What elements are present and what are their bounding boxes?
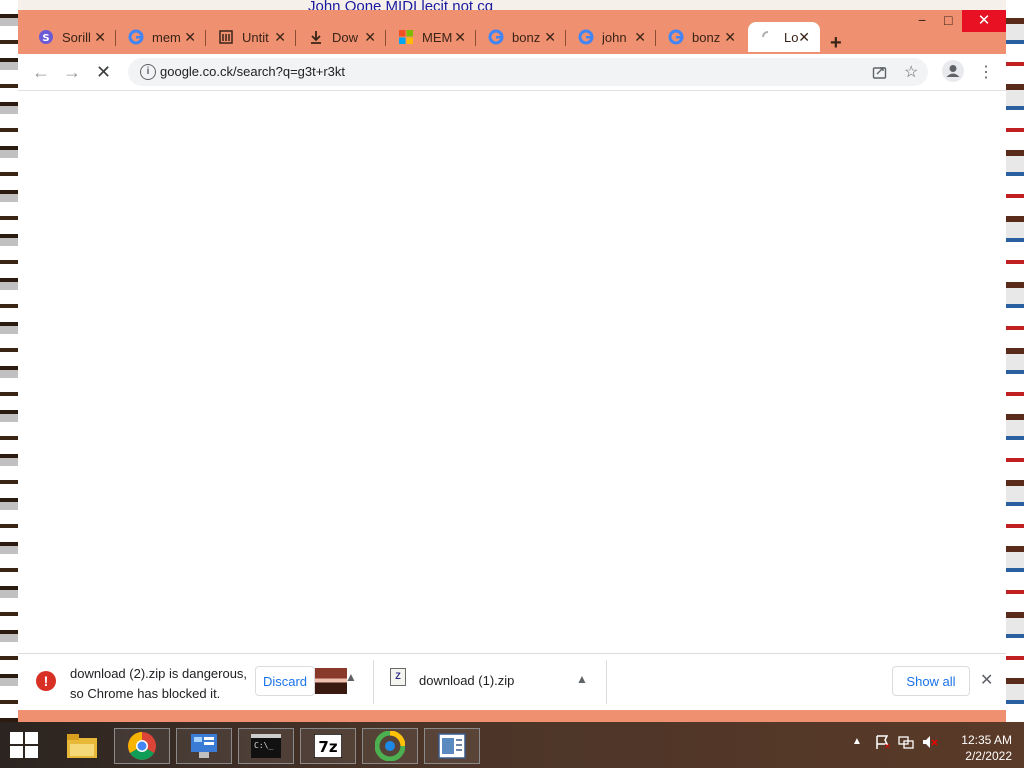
close-icon[interactable]: ✕	[724, 29, 736, 46]
close-icon[interactable]: ✕	[274, 29, 286, 46]
back-button[interactable]: ←	[32, 62, 50, 83]
chevron-up-icon[interactable]: ▲	[576, 672, 588, 686]
tab-label: Sorill	[62, 29, 91, 45]
command-prompt-icon[interactable]: C:\_	[238, 728, 294, 764]
download-icon	[308, 29, 324, 45]
tab-label: bonz	[512, 29, 541, 45]
svg-text:C:\_: C:\_	[254, 741, 273, 750]
close-icon[interactable]: ✕	[184, 29, 196, 46]
download-shelf: ! download (2).zip is dangerous, so Chro…	[18, 653, 1006, 710]
clock-time: 12:35 AM	[961, 733, 1012, 747]
document-viewer-icon[interactable]	[424, 728, 480, 764]
svg-text:S: S	[42, 33, 49, 44]
chrome-window: − □ ✕ S Sorill ✕ mem ✕ Untit ✕ Dow ✕ MEM…	[18, 10, 1006, 722]
tab-8[interactable]: bonz ✕	[656, 22, 746, 52]
new-tab-button[interactable]: +	[830, 32, 842, 55]
action-center-flag-icon[interactable]: ✕	[874, 734, 891, 753]
download-warning: download (2).zip is dangerous, so Chrome…	[70, 666, 248, 701]
rendering-artifact	[315, 668, 347, 694]
zip-file-icon: Z	[390, 668, 406, 686]
page-content	[18, 90, 1006, 654]
chevron-up-icon[interactable]: ▲	[345, 670, 357, 684]
tab-1[interactable]: S Sorill ✕	[26, 22, 116, 52]
taskbar: C:\_ 7z ▲ ✕ 12:35 AM 2/2/2022	[0, 722, 1024, 768]
installer-icon[interactable]	[362, 728, 418, 764]
info-icon[interactable]: i	[140, 64, 156, 80]
tab-label: john	[602, 29, 627, 45]
discard-button[interactable]: Discard	[255, 666, 315, 696]
toolbar: ← → ✕ i google.co.ck/search?q=g3t+r3kt ☆…	[18, 54, 1006, 90]
close-icon[interactable]: ✕	[364, 29, 376, 46]
danger-icon: !	[36, 671, 56, 691]
google-icon	[578, 29, 594, 45]
tab-label: MEM	[422, 29, 452, 45]
7zip-icon[interactable]: 7z	[300, 728, 356, 764]
address-bar[interactable]: i google.co.ck/search?q=g3t+r3kt ☆	[128, 58, 928, 86]
document-icon	[218, 29, 234, 45]
close-icon[interactable]: ✕	[454, 29, 466, 46]
google-icon	[128, 29, 144, 45]
tab-3[interactable]: Untit ✕	[206, 22, 296, 52]
chevron-up-icon[interactable]: ▲	[852, 736, 862, 747]
forward-button[interactable]: →	[63, 62, 81, 83]
google-icon	[488, 29, 504, 45]
url-text[interactable]: google.co.ck/search?q=g3t+r3kt	[160, 64, 345, 79]
desktop-artifact-left	[0, 0, 18, 722]
chrome-menu-icon[interactable]: ⋮	[978, 62, 994, 82]
tab-4[interactable]: Dow ✕	[296, 22, 386, 52]
close-icon[interactable]: ✕	[544, 29, 556, 46]
tab-label: mem	[152, 29, 181, 45]
download-item-name[interactable]: download (1).zip	[419, 673, 514, 688]
tab-label: Untit	[242, 29, 269, 45]
tab-2[interactable]: mem ✕	[116, 22, 206, 52]
google-icon	[668, 29, 684, 45]
file-explorer-icon[interactable]	[54, 728, 110, 764]
control-panel-icon[interactable]	[176, 728, 232, 764]
svg-text:7z: 7z	[318, 738, 337, 756]
tab-strip: S Sorill ✕ mem ✕ Untit ✕ Dow ✕ MEM ✕ bon…	[18, 18, 1006, 54]
share-icon[interactable]	[872, 64, 887, 82]
close-icon[interactable]: ✕	[634, 29, 646, 46]
tab-5[interactable]: MEM ✕	[386, 22, 476, 52]
desktop-artifact-top	[18, 0, 1006, 10]
microsoft-icon	[398, 29, 414, 45]
loading-icon	[760, 29, 776, 45]
show-all-button[interactable]: Show all	[892, 666, 970, 696]
close-icon[interactable]: ✕	[798, 29, 810, 46]
desktop-artifact-right	[1006, 0, 1024, 722]
clock-date: 2/2/2022	[965, 749, 1012, 763]
svg-text:✕: ✕	[884, 742, 890, 750]
taskbar-clock[interactable]: 12:35 AM 2/2/2022	[954, 732, 1012, 764]
volume-muted-icon[interactable]	[922, 734, 938, 753]
tab-label: Dow	[332, 29, 359, 45]
close-shelf-button[interactable]: ✕	[980, 670, 993, 690]
tab-7[interactable]: john ✕	[566, 22, 656, 52]
tab-active[interactable]: Lo ✕	[748, 22, 820, 52]
chrome-taskbar-icon[interactable]	[114, 728, 170, 764]
tab-6[interactable]: bonz ✕	[476, 22, 566, 52]
close-icon[interactable]: ✕	[94, 29, 106, 46]
tab-label: bonz	[692, 29, 721, 45]
sorill-icon: S	[38, 29, 54, 45]
profile-avatar-icon[interactable]	[942, 60, 964, 85]
stop-button[interactable]: ✕	[96, 62, 111, 83]
bookmark-star-icon[interactable]: ☆	[904, 62, 918, 82]
network-icon[interactable]	[898, 734, 914, 753]
windows-start-button[interactable]	[10, 732, 38, 758]
